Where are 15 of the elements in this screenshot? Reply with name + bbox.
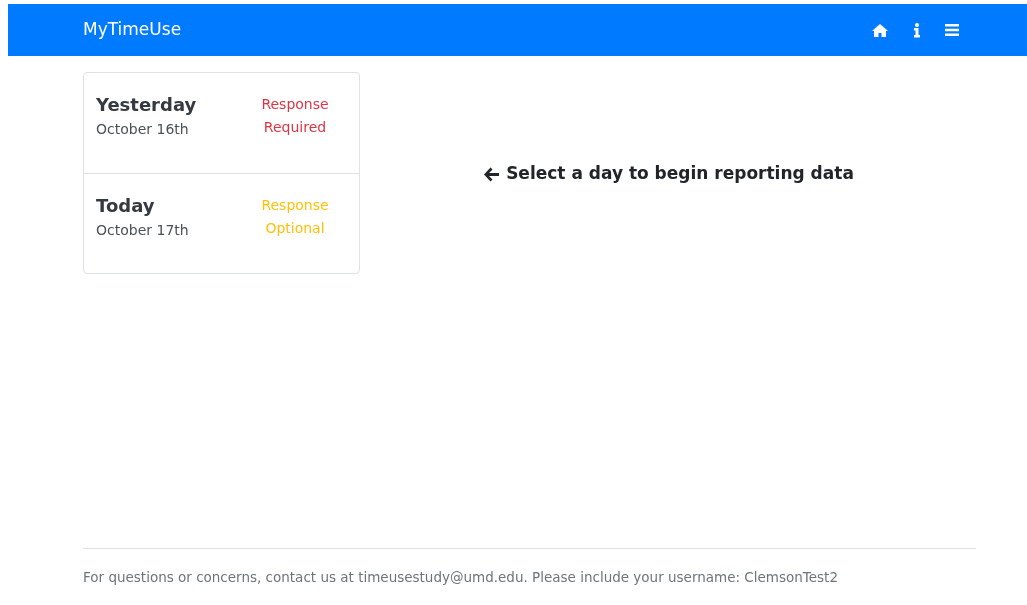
day-item[interactable]: Yesterday October 16th Response Required xyxy=(84,73,359,173)
status-text: Response Optional xyxy=(260,195,330,238)
menu-icon[interactable] xyxy=(945,24,959,36)
day-date: October 17th xyxy=(96,220,189,240)
day-item[interactable]: Today October 17th Response Optional xyxy=(84,172,359,273)
brand-link[interactable]: MyTimeUse xyxy=(83,17,871,43)
prompt-text: Select a day to begin reporting data xyxy=(506,162,854,186)
info-icon[interactable] xyxy=(913,22,921,38)
footer-text: For questions or concerns, contact us at timeusestudy@umd.edu. Please include your username: ClemsonTest2 xyxy=(83,568,839,587)
arrow-left-icon xyxy=(483,166,501,182)
status-text: Response Required xyxy=(260,95,330,137)
day-title: Yesterday xyxy=(96,93,197,117)
day-title: Today xyxy=(96,193,156,218)
home-icon[interactable] xyxy=(871,22,889,38)
day-date: October 16th xyxy=(96,120,190,139)
